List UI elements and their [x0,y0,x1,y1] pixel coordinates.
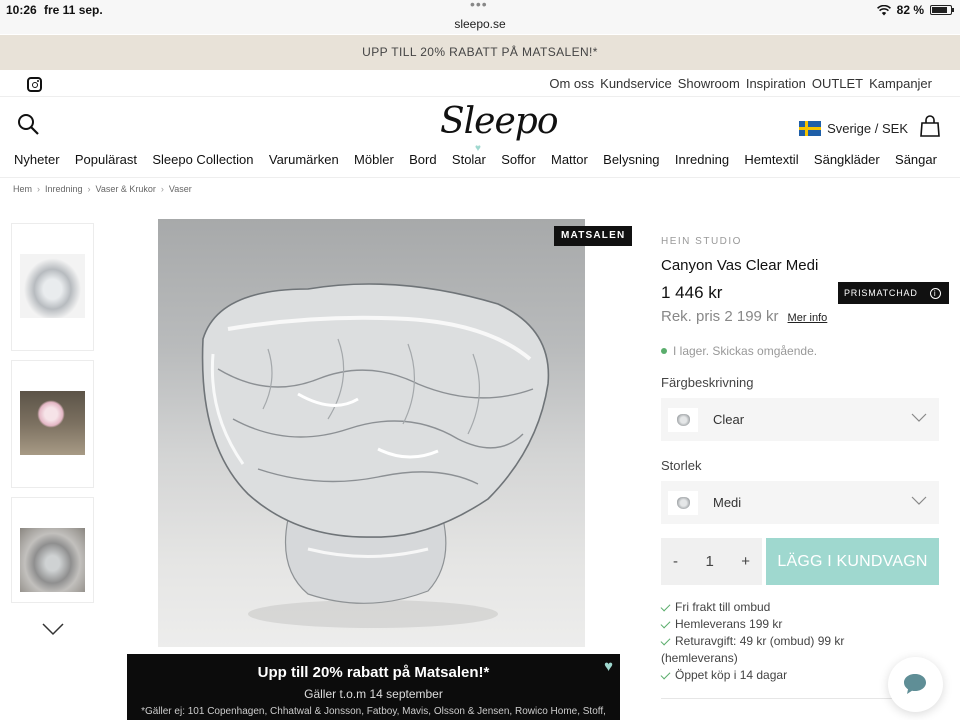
country-selector[interactable]: Sverige / SEK [799,121,908,136]
size-select-value: Medi [713,495,742,510]
thumbnail-gallery [11,223,95,612]
product-brand[interactable]: HEIN STUDIO [661,236,939,247]
breadcrumb-vaser-krukor[interactable]: Vaser & Krukor [96,184,156,194]
glass-vase-illustration [201,283,550,628]
qty-minus-button[interactable]: - [673,553,678,570]
rek-price-text: Rek. pris 2 199 kr [661,308,779,325]
product-name: Canyon Vas Clear Medi [661,257,819,274]
breadcrumb-chevron-icon: › [87,184,91,194]
thumbnail-1[interactable] [11,223,94,351]
main-nav: Nyheter Populärast Sleepo Collection Var… [0,152,960,178]
link-inspiration[interactable]: Inspiration [746,76,806,91]
status-date: fre 11 sep. [44,3,103,17]
instagram-icon[interactable] [27,77,42,92]
qty-plus-button[interactable]: + [741,553,750,570]
browser-url[interactable]: sleepo.se [0,17,960,31]
chat-button[interactable] [888,657,943,712]
sweden-flag-icon [799,121,822,136]
add-to-cart-row: - 1 + LÄGG I KUNDVAGN [661,538,939,585]
prismatchad-label: PRISMATCHAD [844,288,918,298]
site-logo[interactable]: Sleepo [440,101,559,142]
nav-sleepo-collection[interactable]: Sleepo Collection [152,152,253,167]
breadcrumb-inredning[interactable]: Inredning [45,184,83,194]
browser-tab-dots-icon[interactable]: ••• [470,0,488,12]
device-status-bar: 10:26 fre 11 sep. ••• sleepo.se 82 % [0,0,960,34]
color-label: Färgbeskrivning [661,375,754,390]
country-label: Sverige / SEK [827,121,908,136]
battery-percent: 82 % [896,3,924,17]
link-kundservice[interactable]: Kundservice [600,76,672,91]
color-select[interactable]: Clear [661,398,939,441]
chat-icon [904,674,926,694]
breadcrumb-chevron-icon: › [160,184,164,194]
color-select-value: Clear [713,412,745,427]
usp-item: Hemleverans 199 kr [661,616,939,633]
add-to-cart-button[interactable]: LÄGG I KUNDVAGN [766,538,939,585]
banner-title: Upp till 20% rabatt på Matsalen!* [257,664,490,681]
gallery-chevron-down-icon[interactable] [42,622,64,636]
matsalen-promo-banner[interactable]: Upp till 20% rabatt på Matsalen!* Gäller… [127,654,620,720]
utility-links: Om oss Kundservice Showroom Inspiration … [549,76,932,91]
matsalen-badge: MATSALEN [554,226,633,246]
banner-subtitle: Gäller t.o.m 14 september [304,687,443,701]
in-stock-dot-icon [661,348,667,354]
link-outlet[interactable]: OUTLET [812,76,863,91]
more-info-link[interactable]: Mer info [788,312,828,324]
color-swatch-image [668,408,698,432]
size-swatch-image [668,491,698,515]
size-label: Storlek [661,458,702,473]
nav-hemtextil[interactable]: Hemtextil [744,152,798,167]
heart-icon[interactable]: ♥ [604,658,613,675]
usp-item: Returavgift: 49 kr (ombud) 99 kr [661,633,939,650]
nav-sangar[interactable]: Sängar [895,152,937,167]
stock-status: I lager. Skickas omgående. [661,344,939,358]
nav-varumarken[interactable]: Varumärken [269,152,339,167]
thumbnail-vase-closeup-image [20,528,85,592]
status-time: 10:26 [6,3,37,17]
thumbnail-vase-flowers-image [20,391,85,455]
banner-fineprint: *Gäller ej: 101 Copenhagen, Chhatwal & J… [141,706,606,717]
nav-soffor[interactable]: Soffor [501,152,535,167]
wifi-icon [876,4,891,15]
product-main-image[interactable] [158,219,585,647]
chevron-down-icon [911,496,927,505]
breadcrumb-hem[interactable]: Hem [13,184,32,194]
size-select[interactable]: Medi [661,481,939,524]
nav-mobler[interactable]: Möbler [354,152,394,167]
breadcrumb: Hem › Inredning › Vaser & Krukor › Vaser [13,184,192,194]
breadcrumb-chevron-icon: › [37,184,41,194]
qty-value[interactable]: 1 [705,553,713,570]
usp-item: Fri frakt till ombud [661,599,939,616]
battery-icon [930,5,954,15]
quantity-stepper: - 1 + [661,538,762,585]
info-icon[interactable]: i [929,287,941,299]
search-icon[interactable] [17,113,39,135]
product-info: HEIN STUDIO Canyon Vas Clear Medi 1 446 … [661,236,949,684]
thumbnail-vase-image [20,254,85,318]
promo-bar[interactable]: UPP TILL 20% RABATT PÅ MATSALEN!* [0,35,960,70]
shopping-bag-icon[interactable] [919,115,941,137]
nav-mattor[interactable]: Mattor [551,152,588,167]
status-right: 82 % [876,3,954,17]
nav-inredning[interactable]: Inredning [675,152,729,167]
nav-sangklader[interactable]: Sängkläder [814,152,880,167]
recommended-price: Rek. pris 2 199 kr Mer info [661,308,939,325]
nav-bord[interactable]: Bord [409,152,436,167]
prismatchad-badge[interactable]: PRISMATCHAD i [838,282,949,304]
nav-belysning[interactable]: Belysning [603,152,659,167]
stock-text: I lager. Skickas omgående. [673,344,818,358]
chevron-down-icon [911,413,927,422]
nav-stolar[interactable]: Stolar [452,152,486,167]
thumbnail-3[interactable] [11,497,94,603]
link-om-oss[interactable]: Om oss [549,76,594,91]
link-showroom[interactable]: Showroom [678,76,740,91]
nav-nyheter[interactable]: Nyheter [14,152,60,167]
thumbnail-2[interactable] [11,360,94,488]
link-kampanjer[interactable]: Kampanjer [869,76,932,91]
nav-popularast[interactable]: Populärast [75,152,137,167]
breadcrumb-vaser[interactable]: Vaser [169,184,192,194]
utility-bar: Om oss Kundservice Showroom Inspiration … [0,70,960,97]
site-header: Sleepo ♥ Sverige / SEK [0,97,960,154]
